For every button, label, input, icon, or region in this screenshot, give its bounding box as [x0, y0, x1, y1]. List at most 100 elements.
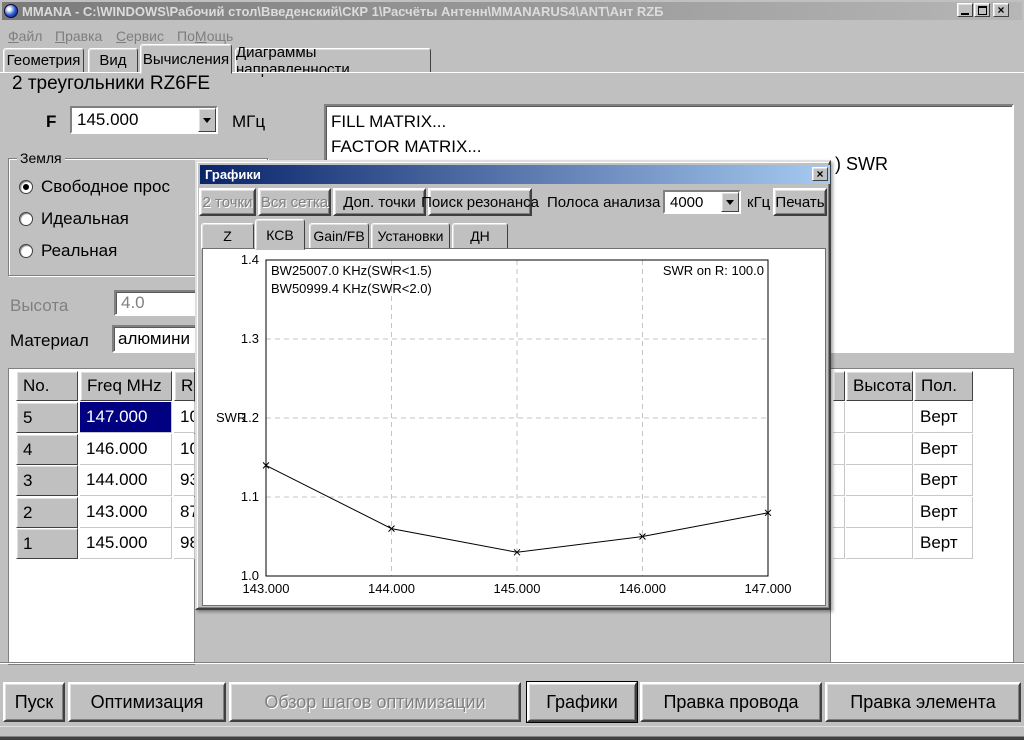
menu-edit[interactable]: Правка [55, 27, 102, 45]
swr-chart-panel: 1.01.11.21.31.4143.000144.000145.000146.… [202, 248, 826, 606]
dialog-tab-settings[interactable]: Установки [371, 223, 450, 249]
cell-r[interactable]: 10 [174, 402, 195, 433]
svg-text:144.000: 144.000 [368, 581, 415, 596]
print-button[interactable]: Печать [773, 188, 827, 216]
frequency-unit: МГц [232, 112, 265, 132]
window-titlebar[interactable]: MMANA - C:\WINDOWS\Рабочий стол\Введенск… [2, 2, 1022, 20]
full-grid-button[interactable]: Вся сетка [258, 188, 331, 216]
frequency-combobox[interactable]: 145.000 [70, 106, 218, 134]
cell-freq[interactable]: 144.000 [80, 465, 172, 496]
menu-service[interactable]: Сервис [116, 27, 164, 45]
cell-partial[interactable] [833, 434, 845, 465]
menu-file[interactable]: Файл [8, 27, 42, 45]
restore-icon [978, 6, 987, 15]
graphs-button[interactable]: Графики [527, 682, 637, 722]
radio-icon[interactable] [19, 212, 33, 226]
band-dropdown-button[interactable] [721, 192, 739, 212]
svg-text:147.000: 147.000 [745, 581, 792, 596]
svg-text:1.3: 1.3 [241, 331, 259, 346]
dialog-close-button[interactable]: × [812, 167, 828, 181]
edit-wire-button[interactable]: Правка провода [640, 682, 822, 722]
row-header[interactable]: 4 [16, 434, 78, 465]
column-header-pol[interactable]: Пол. [914, 371, 973, 401]
cell-pol[interactable]: Верт [914, 528, 973, 559]
log-line: FACTOR MATRIX... [331, 134, 1007, 159]
tab-view[interactable]: Вид [88, 48, 138, 73]
tab-calculations[interactable]: Вычисления [140, 44, 232, 74]
svg-text:143.000: 143.000 [243, 581, 290, 596]
cell-height[interactable] [846, 465, 913, 496]
cell-pol[interactable]: Верт [914, 465, 973, 496]
column-header-partial[interactable] [833, 371, 845, 401]
row-header[interactable]: 1 [16, 528, 78, 559]
cell-r[interactable]: 98 [174, 528, 195, 559]
optimization-steps-button[interactable]: Обзор шагов оптимизации [229, 682, 521, 722]
cell-freq[interactable]: 143.000 [80, 497, 172, 528]
extra-points-button[interactable]: Доп. точки [333, 188, 426, 216]
swr-caption: ) SWR [835, 154, 888, 175]
dialog-tab-z[interactable]: Z [201, 223, 254, 249]
restore-button[interactable] [974, 3, 990, 17]
window-title: MMANA - C:\WINDOWS\Рабочий стол\Введенск… [22, 4, 664, 19]
minimize-button[interactable] [957, 3, 973, 17]
antenna-name: 2 треугольники RZ6FE [12, 73, 210, 95]
cell-partial[interactable] [833, 528, 845, 559]
dialog-tab-pattern[interactable]: ДН [452, 223, 508, 249]
minimize-icon [961, 13, 969, 15]
row-header[interactable]: 3 [16, 465, 78, 496]
graphs-dialog: Графики × 2 точки Вся сетка Доп. точки П… [195, 160, 831, 610]
close-button[interactable]: × [993, 3, 1009, 17]
cell-pol[interactable]: Верт [914, 434, 973, 465]
cell-pol[interactable]: Верт [914, 497, 973, 528]
tab-patterns[interactable]: Диаграммы направленности [235, 48, 431, 73]
height-label: Высота [10, 296, 68, 316]
cell-height[interactable] [846, 434, 913, 465]
cell-freq[interactable]: 147.000 [80, 402, 172, 433]
radio-real-ground[interactable]: Реальная [19, 241, 117, 261]
find-resonance-button[interactable]: Поиск резонанса [428, 188, 532, 216]
window-footer [0, 726, 1024, 740]
cell-height[interactable] [846, 497, 913, 528]
tab-geometry[interactable]: Геометрия [3, 48, 84, 73]
radio-free-space[interactable]: Свободное прос [19, 177, 170, 197]
column-header-no[interactable]: No. [16, 371, 78, 401]
optimization-button[interactable]: Оптимизация [68, 682, 226, 722]
frequency-dropdown-button[interactable] [198, 108, 216, 132]
frequency-value[interactable]: 145.000 [72, 108, 198, 132]
radio-ideal-ground[interactable]: Идеальная [19, 209, 129, 229]
column-header-height[interactable]: Высота [846, 371, 913, 401]
menu-help[interactable]: ПоМощь [177, 27, 233, 45]
dialog-tab-gainfb[interactable]: Gain/FB [309, 223, 369, 249]
column-header-freq[interactable]: Freq MHz [80, 371, 172, 401]
cell-partial[interactable] [833, 465, 845, 496]
cell-height[interactable] [846, 402, 913, 433]
cell-height[interactable] [846, 528, 913, 559]
row-header[interactable]: 5 [16, 402, 78, 433]
two-points-button[interactable]: 2 точки [199, 188, 256, 216]
cell-partial[interactable] [833, 497, 845, 528]
cell-r[interactable]: 93 [174, 465, 195, 496]
cell-pol[interactable]: Верт [914, 402, 973, 433]
cell-freq[interactable]: 145.000 [80, 528, 172, 559]
dialog-titlebar[interactable]: Графики [200, 165, 830, 184]
cell-freq[interactable]: 146.000 [80, 434, 172, 465]
swr-chart: 1.01.11.21.31.4143.000144.000145.000146.… [203, 249, 827, 607]
svg-text:146.000: 146.000 [619, 581, 666, 596]
radio-icon[interactable] [19, 180, 33, 194]
cell-partial[interactable] [833, 402, 845, 433]
column-header-r[interactable]: R [174, 371, 195, 401]
frequency-label: F [46, 112, 56, 132]
svg-text:145.000: 145.000 [494, 581, 541, 596]
edit-element-button[interactable]: Правка элемента [825, 682, 1021, 722]
band-label: Полоса анализа [547, 194, 660, 211]
cell-r[interactable]: 87 [174, 497, 195, 528]
svg-text:SWR on R: 100.0: SWR on R: 100.0 [663, 263, 764, 278]
row-header[interactable]: 2 [16, 497, 78, 528]
band-value[interactable]: 4000 [665, 192, 721, 212]
band-combobox[interactable]: 4000 [663, 190, 741, 214]
cell-r[interactable]: 10 [174, 434, 195, 465]
radio-icon[interactable] [19, 244, 33, 258]
start-button[interactable]: Пуск [3, 682, 65, 722]
dialog-tab-swr[interactable]: КСВ [255, 219, 305, 250]
close-icon: × [997, 5, 1004, 15]
